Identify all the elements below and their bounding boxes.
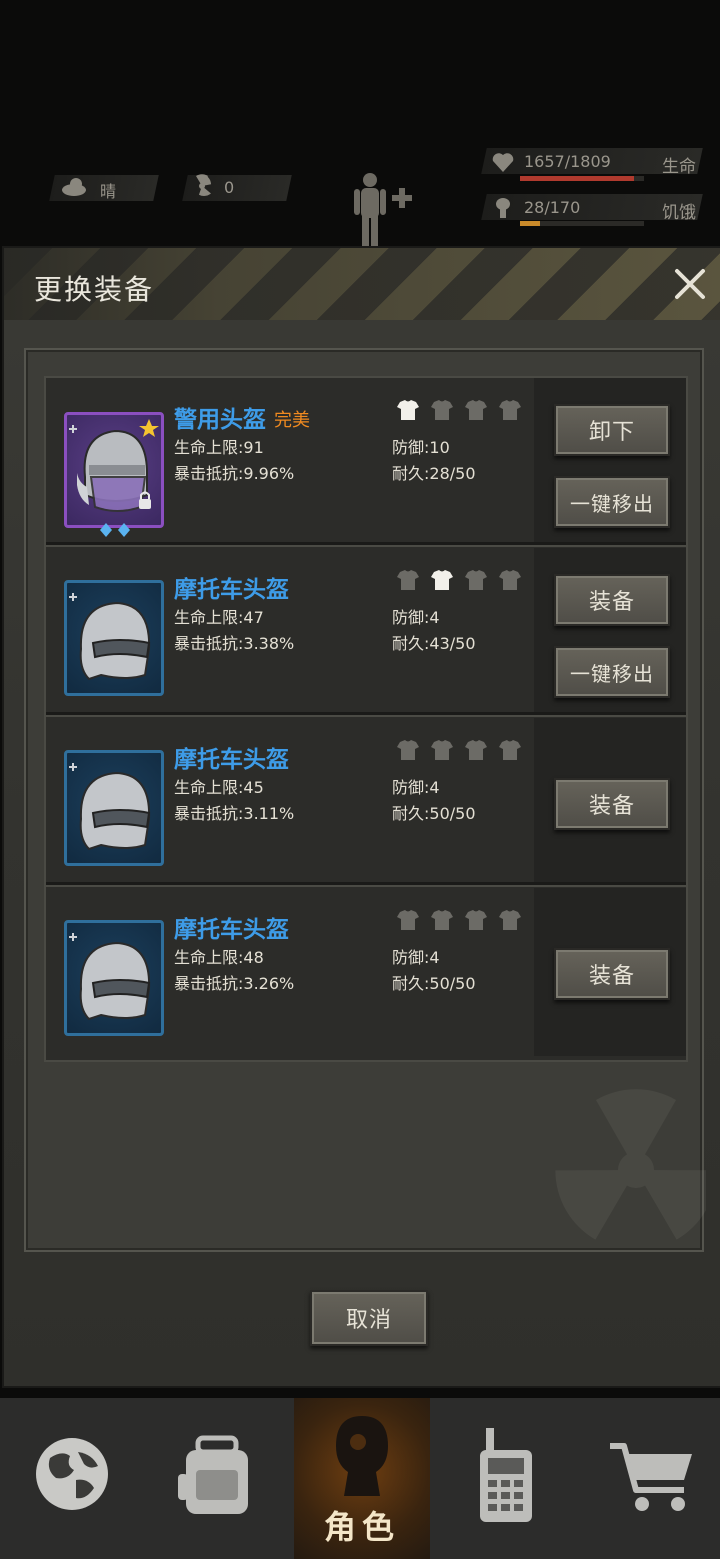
motorcycle-helmet-icon bbox=[69, 593, 151, 681]
motorcycle-helmet-icon bbox=[69, 933, 151, 1021]
health-bar-fill bbox=[520, 176, 634, 181]
close-icon[interactable] bbox=[672, 266, 708, 302]
equip-slot-shirt-icon bbox=[465, 570, 487, 590]
equipment-list: 警用头盔 完美 生命上限:91 暴击抵抗:9.96% 防御:10 耐久:28/5… bbox=[44, 376, 688, 1062]
item-quality: 完美 bbox=[274, 410, 310, 431]
equipment-row: 摩托车头盔 生命上限:48 暴击抵抗:3.26% 防御:4 耐久:50/50 装… bbox=[46, 888, 686, 1056]
character-body-icon[interactable] bbox=[350, 170, 416, 246]
durability-stat: 耐久:50/50 bbox=[392, 974, 476, 993]
equip-slot-shirt-icon bbox=[397, 400, 419, 420]
crit-stat: 暴击抵抗:3.38% bbox=[174, 634, 295, 653]
equipment-row: 摩托车头盔 生命上限:47 暴击抵抗:3.38% 防御:4 耐久:43/50 装… bbox=[46, 548, 686, 712]
equip-slot-shirt-icon bbox=[397, 570, 419, 590]
unequip-button[interactable]: 卸下 bbox=[554, 404, 670, 456]
item-icon-frame[interactable] bbox=[64, 750, 164, 866]
equip-slot-shirt-icon bbox=[431, 910, 453, 930]
equip-slot-shirt-icon bbox=[499, 740, 521, 760]
hunger-value: 28/170 bbox=[524, 198, 581, 217]
equipment-row: 摩托车头盔 生命上限:45 暴击抵抗:3.11% 防御:4 耐久:50/50 装… bbox=[46, 718, 686, 882]
item-name: 警用头盔 bbox=[174, 407, 266, 433]
equipment-row: 警用头盔 完美 生命上限:91 暴击抵抗:9.96% 防御:10 耐久:28/5… bbox=[46, 378, 686, 542]
life-stat: 生命上限:48 bbox=[174, 948, 264, 967]
equip-slot-shirt-icon bbox=[499, 400, 521, 420]
crit-stat: 暴击抵抗:3.11% bbox=[174, 804, 295, 823]
hunger-bar-fill bbox=[520, 221, 541, 226]
item-name: 摩托车头盔 bbox=[174, 747, 289, 773]
equip-slot-shirt-icon bbox=[431, 570, 453, 590]
durability-stat: 耐久:50/50 bbox=[392, 804, 476, 823]
modal-title: 更换装备 bbox=[34, 273, 155, 306]
remove-all-button[interactable]: 一键移出 bbox=[554, 646, 670, 698]
equip-slot-shirt-icon bbox=[465, 400, 487, 420]
nav-tab-character-label: 角色 bbox=[323, 1508, 400, 1546]
character-icon bbox=[336, 1416, 388, 1496]
health-label: 生命 bbox=[662, 157, 696, 177]
drumstick-icon bbox=[496, 198, 510, 218]
globe-icon bbox=[36, 1438, 108, 1510]
radiation-value: 0 bbox=[224, 178, 235, 197]
nav-tab-shop[interactable] bbox=[576, 1398, 720, 1559]
item-icon-frame[interactable] bbox=[64, 412, 164, 528]
change-equipment-modal: 更换装备 警用头盔 完美 生命上限:91 暴击抵抗:9.96% 防御:10 耐久… bbox=[2, 246, 720, 1388]
nav-tab-character[interactable]: 角色 bbox=[294, 1398, 430, 1559]
life-stat: 生命上限:45 bbox=[174, 778, 264, 797]
remove-all-button[interactable]: 一键移出 bbox=[554, 476, 670, 528]
radiation-watermark-icon bbox=[555, 1089, 706, 1240]
weather-label: 晴 bbox=[100, 182, 117, 201]
defense-stat: 防御:10 bbox=[392, 438, 450, 457]
item-name: 摩托车头盔 bbox=[174, 577, 289, 603]
radio-icon bbox=[480, 1428, 532, 1522]
equip-button[interactable]: 装备 bbox=[554, 948, 670, 1000]
equip-button[interactable]: 装备 bbox=[554, 778, 670, 830]
equip-button[interactable]: 装备 bbox=[554, 574, 670, 626]
bottom-nav: 角色 bbox=[0, 1398, 720, 1559]
equip-slot-shirt-icon bbox=[499, 570, 521, 590]
nav-tab-world[interactable] bbox=[0, 1398, 144, 1559]
equip-slot-shirt-icon bbox=[431, 740, 453, 760]
crit-stat: 暴击抵抗:9.96% bbox=[174, 464, 295, 483]
cart-icon bbox=[610, 1443, 692, 1511]
equip-slot-shirt-icon bbox=[465, 910, 487, 930]
equipment-list-panel: 警用头盔 完美 生命上限:91 暴击抵抗:9.96% 防御:10 耐久:28/5… bbox=[24, 348, 706, 1252]
defense-stat: 防御:4 bbox=[392, 608, 440, 627]
heart-icon bbox=[492, 153, 514, 172]
health-value: 1657/1809 bbox=[524, 152, 611, 171]
cancel-button[interactable]: 取消 bbox=[310, 1290, 428, 1346]
rank-diamonds-icon bbox=[100, 523, 130, 537]
life-stat: 生命上限:47 bbox=[174, 608, 264, 627]
item-icon-frame[interactable] bbox=[64, 580, 164, 696]
item-icon-frame[interactable] bbox=[64, 920, 164, 1036]
defense-stat: 防御:4 bbox=[392, 778, 440, 797]
hunger-bar bbox=[520, 221, 644, 226]
defense-stat: 防御:4 bbox=[392, 948, 440, 967]
equip-slot-shirt-icon bbox=[465, 740, 487, 760]
equip-slot-shirt-icon bbox=[499, 910, 521, 930]
radiation-icon bbox=[196, 174, 212, 196]
weather-sun-cloud-icon bbox=[62, 178, 86, 196]
backpack-icon bbox=[178, 1435, 248, 1514]
durability-stat: 耐久:43/50 bbox=[392, 634, 476, 653]
equip-slot-shirt-icon bbox=[397, 740, 419, 760]
durability-stat: 耐久:28/50 bbox=[392, 464, 476, 483]
equip-slot-shirt-icon bbox=[397, 910, 419, 930]
equip-slot-shirt-icon bbox=[431, 400, 453, 420]
hunger-label: 饥饿 bbox=[662, 203, 696, 223]
item-name: 摩托车头盔 bbox=[174, 917, 289, 943]
motorcycle-helmet-icon bbox=[69, 763, 151, 851]
life-stat: 生命上限:91 bbox=[174, 438, 264, 457]
crit-stat: 暴击抵抗:3.26% bbox=[174, 974, 295, 993]
nav-tab-radio[interactable] bbox=[430, 1398, 574, 1559]
police-helmet-icon bbox=[69, 419, 159, 512]
health-bar bbox=[520, 176, 644, 181]
nav-tab-backpack[interactable] bbox=[144, 1398, 288, 1559]
